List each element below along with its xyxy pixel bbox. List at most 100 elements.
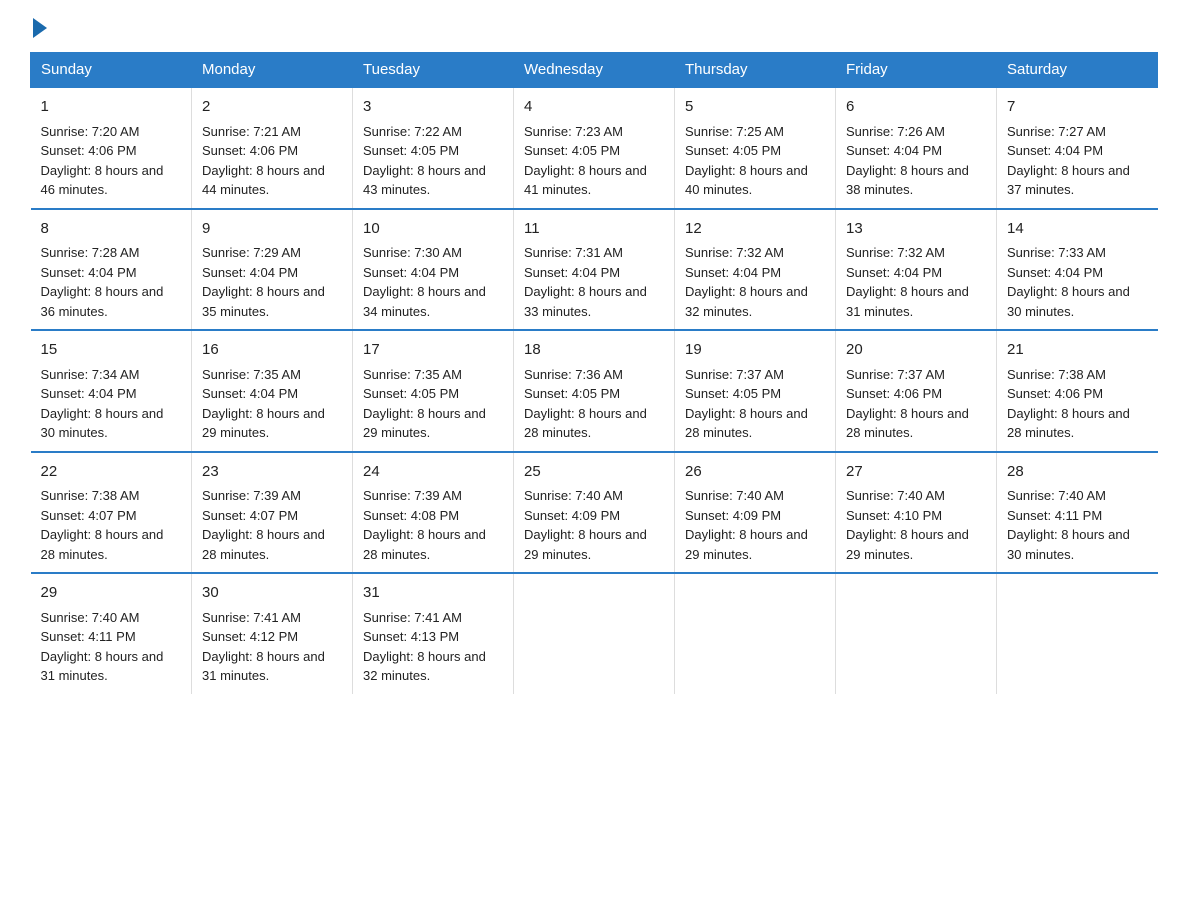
day-number: 31 (363, 582, 503, 605)
day-info: Sunrise: 7:36 AMSunset: 4:05 PMDaylight:… (524, 367, 647, 441)
day-number: 18 (524, 339, 664, 362)
calendar-cell: 30Sunrise: 7:41 AMSunset: 4:12 PMDayligh… (192, 573, 353, 694)
calendar-cell: 13 Sunrise: 7:32 AMSunset: 4:04 PMDayligh… (836, 209, 997, 331)
day-info: Sunrise: 7:22 AMSunset: 4:05 PMDaylight:… (363, 124, 486, 198)
day-number: 12 (685, 218, 825, 241)
day-info: Sunrise: 7:40 AMSunset: 4:09 PMDaylight:… (524, 488, 647, 562)
logo (30, 20, 47, 34)
day-info: Sunrise: 7:34 AMSunset: 4:04 PMDaylight:… (41, 367, 164, 441)
day-number: 6 (846, 96, 986, 119)
calendar-cell (514, 573, 675, 694)
day-number: 15 (41, 339, 182, 362)
day-info: Sunrise: 7:39 AMSunset: 4:07 PMDaylight:… (202, 488, 325, 562)
calendar-cell: 29 Sunrise: 7:40 AMSunset: 4:11 PMDayligh… (31, 573, 192, 694)
page-header (30, 20, 1158, 34)
calendar-header-row: SundayMondayTuesdayWednesdayThursdayFrid… (31, 53, 1158, 88)
day-info: Sunrise: 7:33 AMSunset: 4:04 PMDaylight:… (1007, 245, 1130, 319)
day-number: 3 (363, 96, 503, 119)
day-number: 9 (202, 218, 342, 241)
day-number: 27 (846, 461, 986, 484)
calendar-week-row: 1 Sunrise: 7:20 AMSunset: 4:06 PMDaylight… (31, 87, 1158, 209)
day-info: Sunrise: 7:29 AMSunset: 4:04 PMDaylight:… (202, 245, 325, 319)
day-info: Sunrise: 7:30 AMSunset: 4:04 PMDaylight:… (363, 245, 486, 319)
day-info: Sunrise: 7:25 AMSunset: 4:05 PMDaylight:… (685, 124, 808, 198)
header-saturday: Saturday (997, 53, 1158, 88)
day-info: Sunrise: 7:41 AMSunset: 4:12 PMDaylight:… (202, 610, 325, 684)
logo-arrow-icon (33, 18, 47, 38)
calendar-cell: 8Sunrise: 7:28 AMSunset: 4:04 PMDaylight… (31, 209, 192, 331)
day-info: Sunrise: 7:32 AMSunset: 4:04 PMDaylight:… (846, 245, 969, 319)
calendar-cell: 11 Sunrise: 7:31 AMSunset: 4:04 PMDayligh… (514, 209, 675, 331)
day-number: 7 (1007, 96, 1148, 119)
header-monday: Monday (192, 53, 353, 88)
day-number: 25 (524, 461, 664, 484)
day-info: Sunrise: 7:40 AMSunset: 4:11 PMDaylight:… (41, 610, 164, 684)
calendar-cell: 12 Sunrise: 7:32 AMSunset: 4:04 PMDayligh… (675, 209, 836, 331)
calendar-cell: 21 Sunrise: 7:38 AMSunset: 4:06 PMDayligh… (997, 330, 1158, 452)
calendar-cell: 22 Sunrise: 7:38 AMSunset: 4:07 PMDayligh… (31, 452, 192, 574)
calendar-cell: 10 Sunrise: 7:30 AMSunset: 4:04 PMDayligh… (353, 209, 514, 331)
day-info: Sunrise: 7:41 AMSunset: 4:13 PMDaylight:… (363, 610, 486, 684)
day-number: 22 (41, 461, 182, 484)
day-info: Sunrise: 7:27 AMSunset: 4:04 PMDaylight:… (1007, 124, 1130, 198)
day-info: Sunrise: 7:38 AMSunset: 4:06 PMDaylight:… (1007, 367, 1130, 441)
calendar-table: SundayMondayTuesdayWednesdayThursdayFrid… (30, 52, 1158, 694)
calendar-cell: 26Sunrise: 7:40 AMSunset: 4:09 PMDayligh… (675, 452, 836, 574)
day-info: Sunrise: 7:32 AMSunset: 4:04 PMDaylight:… (685, 245, 808, 319)
calendar-cell: 17 Sunrise: 7:35 AMSunset: 4:05 PMDayligh… (353, 330, 514, 452)
calendar-cell: 28Sunrise: 7:40 AMSunset: 4:11 PMDayligh… (997, 452, 1158, 574)
day-number: 1 (41, 96, 182, 119)
day-info: Sunrise: 7:26 AMSunset: 4:04 PMDaylight:… (846, 124, 969, 198)
calendar-cell (675, 573, 836, 694)
calendar-cell: 5 Sunrise: 7:25 AMSunset: 4:05 PMDaylight… (675, 87, 836, 209)
calendar-cell: 16 Sunrise: 7:35 AMSunset: 4:04 PMDayligh… (192, 330, 353, 452)
calendar-cell: 19 Sunrise: 7:37 AMSunset: 4:05 PMDayligh… (675, 330, 836, 452)
header-sunday: Sunday (31, 53, 192, 88)
day-info: Sunrise: 7:37 AMSunset: 4:05 PMDaylight:… (685, 367, 808, 441)
day-info: Sunrise: 7:37 AMSunset: 4:06 PMDaylight:… (846, 367, 969, 441)
day-number: 4 (524, 96, 664, 119)
day-info: Sunrise: 7:20 AMSunset: 4:06 PMDaylight:… (41, 124, 164, 198)
day-number: 2 (202, 96, 342, 119)
day-info: Sunrise: 7:21 AMSunset: 4:06 PMDaylight:… (202, 124, 325, 198)
calendar-cell: 15 Sunrise: 7:34 AMSunset: 4:04 PMDayligh… (31, 330, 192, 452)
day-info: Sunrise: 7:35 AMSunset: 4:04 PMDaylight:… (202, 367, 325, 441)
day-number: 8 (41, 218, 182, 241)
day-number: 24 (363, 461, 503, 484)
logo-general (30, 20, 47, 38)
calendar-cell: 2 Sunrise: 7:21 AMSunset: 4:06 PMDaylight… (192, 87, 353, 209)
calendar-week-row: 29 Sunrise: 7:40 AMSunset: 4:11 PMDayligh… (31, 573, 1158, 694)
day-number: 17 (363, 339, 503, 362)
day-number: 29 (41, 582, 182, 605)
header-thursday: Thursday (675, 53, 836, 88)
calendar-week-row: 8Sunrise: 7:28 AMSunset: 4:04 PMDaylight… (31, 209, 1158, 331)
day-info: Sunrise: 7:40 AMSunset: 4:11 PMDaylight:… (1007, 488, 1130, 562)
header-friday: Friday (836, 53, 997, 88)
calendar-week-row: 15 Sunrise: 7:34 AMSunset: 4:04 PMDayligh… (31, 330, 1158, 452)
day-info: Sunrise: 7:31 AMSunset: 4:04 PMDaylight:… (524, 245, 647, 319)
calendar-cell: 31 Sunrise: 7:41 AMSunset: 4:13 PMDayligh… (353, 573, 514, 694)
day-number: 21 (1007, 339, 1148, 362)
day-info: Sunrise: 7:23 AMSunset: 4:05 PMDaylight:… (524, 124, 647, 198)
calendar-cell: 14 Sunrise: 7:33 AMSunset: 4:04 PMDayligh… (997, 209, 1158, 331)
calendar-cell: 27 Sunrise: 7:40 AMSunset: 4:10 PMDayligh… (836, 452, 997, 574)
day-number: 10 (363, 218, 503, 241)
calendar-cell (997, 573, 1158, 694)
day-number: 19 (685, 339, 825, 362)
day-number: 16 (202, 339, 342, 362)
calendar-cell: 7 Sunrise: 7:27 AMSunset: 4:04 PMDaylight… (997, 87, 1158, 209)
day-number: 11 (524, 218, 664, 241)
day-number: 23 (202, 461, 342, 484)
day-number: 13 (846, 218, 986, 241)
calendar-cell: 4 Sunrise: 7:23 AMSunset: 4:05 PMDaylight… (514, 87, 675, 209)
calendar-week-row: 22 Sunrise: 7:38 AMSunset: 4:07 PMDayligh… (31, 452, 1158, 574)
calendar-cell: 6 Sunrise: 7:26 AMSunset: 4:04 PMDaylight… (836, 87, 997, 209)
calendar-cell: 9 Sunrise: 7:29 AMSunset: 4:04 PMDaylight… (192, 209, 353, 331)
day-info: Sunrise: 7:40 AMSunset: 4:10 PMDaylight:… (846, 488, 969, 562)
day-info: Sunrise: 7:35 AMSunset: 4:05 PMDaylight:… (363, 367, 486, 441)
day-info: Sunrise: 7:38 AMSunset: 4:07 PMDaylight:… (41, 488, 164, 562)
calendar-cell: 20Sunrise: 7:37 AMSunset: 4:06 PMDayligh… (836, 330, 997, 452)
day-number: 5 (685, 96, 825, 119)
day-number: 14 (1007, 218, 1148, 241)
header-tuesday: Tuesday (353, 53, 514, 88)
